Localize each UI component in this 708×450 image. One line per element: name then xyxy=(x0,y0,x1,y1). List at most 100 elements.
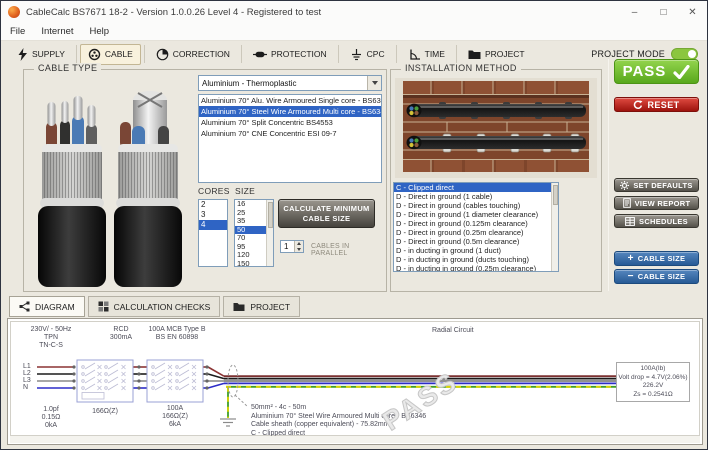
installation-method-image xyxy=(395,78,597,178)
set-defaults-button[interactable]: SET DEFAULTS xyxy=(614,178,699,192)
time-angle-icon xyxy=(409,49,420,60)
stepper-down-button[interactable] xyxy=(295,246,303,252)
tab-cable[interactable]: CABLE xyxy=(79,43,141,65)
toolbar-separator xyxy=(75,45,77,63)
install-option-selected[interactable]: C - Clipped direct xyxy=(394,183,552,192)
installation-method-group: INSTALLATION METHOD C - Clipped direct D… xyxy=(390,63,602,292)
tab-cpc[interactable]: CPC xyxy=(342,44,393,65)
cable-cross-section-image xyxy=(38,91,182,287)
tab-calculation-checks[interactable]: CALCULATION CHECKS xyxy=(87,296,221,317)
install-option[interactable]: D - Direct in ground (1 diameter clearan… xyxy=(394,210,552,219)
maximize-button[interactable]: □ xyxy=(649,1,678,23)
cable-type-option[interactable]: Aluminium 70° Alu. Wire Armoured Single … xyxy=(199,95,381,106)
neutral-label: N xyxy=(23,384,29,391)
toolbar-separator xyxy=(337,45,339,63)
window-title: CableCalc BS7671 18-2 - Version 1.0.0.26… xyxy=(26,6,322,18)
reset-button[interactable]: RESET xyxy=(614,97,699,112)
scrollbar-thumb[interactable] xyxy=(268,202,273,228)
minus-icon: − xyxy=(627,270,634,282)
earth-icon xyxy=(351,48,361,60)
tab-diagram[interactable]: DIAGRAM xyxy=(9,296,85,317)
supply-info-label: 230V/ - 50Hz TPN TN-C-S xyxy=(30,326,72,349)
rcd-device-box xyxy=(76,359,134,403)
schedules-button[interactable]: SCHEDULES xyxy=(614,214,699,228)
size-option[interactable]: 95 xyxy=(235,243,267,252)
size-option[interactable]: 120 xyxy=(235,251,267,260)
circuit-type-label: Radial Circuit xyxy=(432,327,474,334)
folder-icon xyxy=(233,302,245,311)
chevron-down-icon xyxy=(297,247,301,251)
stepper-buttons xyxy=(294,241,303,252)
install-option[interactable]: D - in ducting in ground (0.25m clearanc… xyxy=(394,264,552,271)
cable-size-decrease-button[interactable]: − CABLE SIZE xyxy=(614,269,699,284)
install-option[interactable]: D - in ducting in ground (ducts touching… xyxy=(394,255,552,264)
cable-type-option-selected[interactable]: Aluminium 70° Steel Wire Armoured Multi … xyxy=(199,106,381,117)
cables-in-parallel-stepper[interactable]: 1 xyxy=(280,240,304,253)
cores-option[interactable]: 3 xyxy=(199,210,227,220)
combo-dropdown-button[interactable] xyxy=(367,76,381,90)
tab-correction[interactable]: CORRECTION xyxy=(148,44,238,65)
install-option[interactable]: D - Direct in ground (0.25m clearance) xyxy=(394,228,552,237)
chevron-down-icon xyxy=(371,81,378,85)
mcb-label: 100A MCB Type B BS EN 60898 xyxy=(148,326,206,341)
size-option[interactable]: 16 xyxy=(235,200,267,209)
tab-supply[interactable]: SUPPLY xyxy=(9,44,73,65)
cores-option[interactable]: 2 xyxy=(199,200,227,210)
size-option[interactable]: 25 xyxy=(235,209,267,218)
install-option[interactable]: D - Direct in ground (0.5m clearance) xyxy=(394,237,552,246)
bottom-tab-bar: DIAGRAM CALCULATION CHECKS PROJECT xyxy=(9,296,301,317)
toolbar-separator xyxy=(395,45,397,63)
pie-chart-icon xyxy=(156,48,169,60)
chevron-up-icon xyxy=(297,242,301,246)
toggle-knob xyxy=(688,50,696,58)
rcd-impedance-label: 166Ω(Z) xyxy=(92,408,118,415)
size-option[interactable]: 150 xyxy=(235,260,267,267)
install-list-scrollbar[interactable] xyxy=(551,183,558,271)
view-report-button[interactable]: VIEW REPORT xyxy=(614,196,699,210)
scrollbar-thumb[interactable] xyxy=(553,185,558,205)
table-icon xyxy=(625,216,635,226)
diagram-panel: 230V/ - 50Hz TPN TN-C-S RCD 300mA 100A M… xyxy=(7,318,703,445)
mcb-values-label: 100A 166Ω(Z) 6kA xyxy=(162,405,188,428)
title-bar: CableCalc BS7671 18-2 - Version 1.0.0.26… xyxy=(1,1,707,23)
main-toolbar: SUPPLY CABLE CORRECTION PROTECTION CPC T… xyxy=(1,41,707,67)
cable-icon xyxy=(88,48,101,60)
tab-project[interactable]: PROJECT xyxy=(460,44,533,65)
install-option[interactable]: D - Direct in ground (0.125m clearance) xyxy=(394,219,552,228)
size-label: SIZE xyxy=(235,186,256,196)
install-option[interactable]: D - in ducting in ground (1 duct) xyxy=(394,246,552,255)
cable-type-option[interactable]: Aluminium 70° Split Concentric BS4553 xyxy=(199,117,381,128)
tab-protection[interactable]: PROTECTION xyxy=(245,44,335,65)
menu-internet[interactable]: Internet xyxy=(41,26,73,37)
cable-size-increase-button[interactable]: + CABLE SIZE xyxy=(614,251,699,266)
menu-file[interactable]: File xyxy=(10,26,25,37)
cable-family-select[interactable]: Aluminium - Thermoplastic xyxy=(198,75,382,91)
install-option[interactable]: D - Direct in ground (cables touching) xyxy=(394,201,552,210)
cable-type-option[interactable]: Aluminium 70° CNE Concentric ESI 09-7 xyxy=(199,128,381,139)
tab-time[interactable]: TIME xyxy=(400,44,453,65)
calculate-minimum-cable-size-button[interactable]: CALCULATE MINIMUM CABLE SIZE xyxy=(278,199,375,228)
close-button[interactable]: ✕ xyxy=(678,1,707,23)
cable-family-value: Aluminium - Thermoplastic xyxy=(202,78,297,88)
plus-icon: + xyxy=(627,252,634,264)
menu-help[interactable]: Help xyxy=(90,26,110,37)
diagram-h-scrollbar[interactable] xyxy=(10,436,700,443)
cores-list: 2 3 4 xyxy=(198,199,228,267)
project-mode-label: PROJECT MODE xyxy=(591,49,665,59)
size-option[interactable]: 35 xyxy=(235,217,267,226)
size-option[interactable]: 70 xyxy=(235,234,267,243)
circuit-diagram: 230V/ - 50Hz TPN TN-C-S RCD 300mA 100A M… xyxy=(10,321,700,437)
cores-option-selected[interactable]: 4 xyxy=(199,220,227,230)
install-option[interactable]: D - Direct in ground (1 cable) xyxy=(394,192,552,201)
minimize-button[interactable]: – xyxy=(620,1,649,23)
tab-project-bottom[interactable]: PROJECT xyxy=(223,296,301,317)
size-option-selected[interactable]: 50 xyxy=(235,225,267,234)
installation-method-list: C - Clipped direct D - Direct in ground … xyxy=(393,182,559,272)
fuse-icon xyxy=(252,51,267,57)
grid-icon xyxy=(98,301,109,312)
toolbar-separator xyxy=(240,45,242,63)
window-controls: – □ ✕ xyxy=(620,1,707,23)
size-list-scrollbar[interactable] xyxy=(266,200,273,266)
panel-divider xyxy=(608,59,609,291)
supply-values-label: 1.0pf 0.15Ω 0kA xyxy=(41,406,61,429)
